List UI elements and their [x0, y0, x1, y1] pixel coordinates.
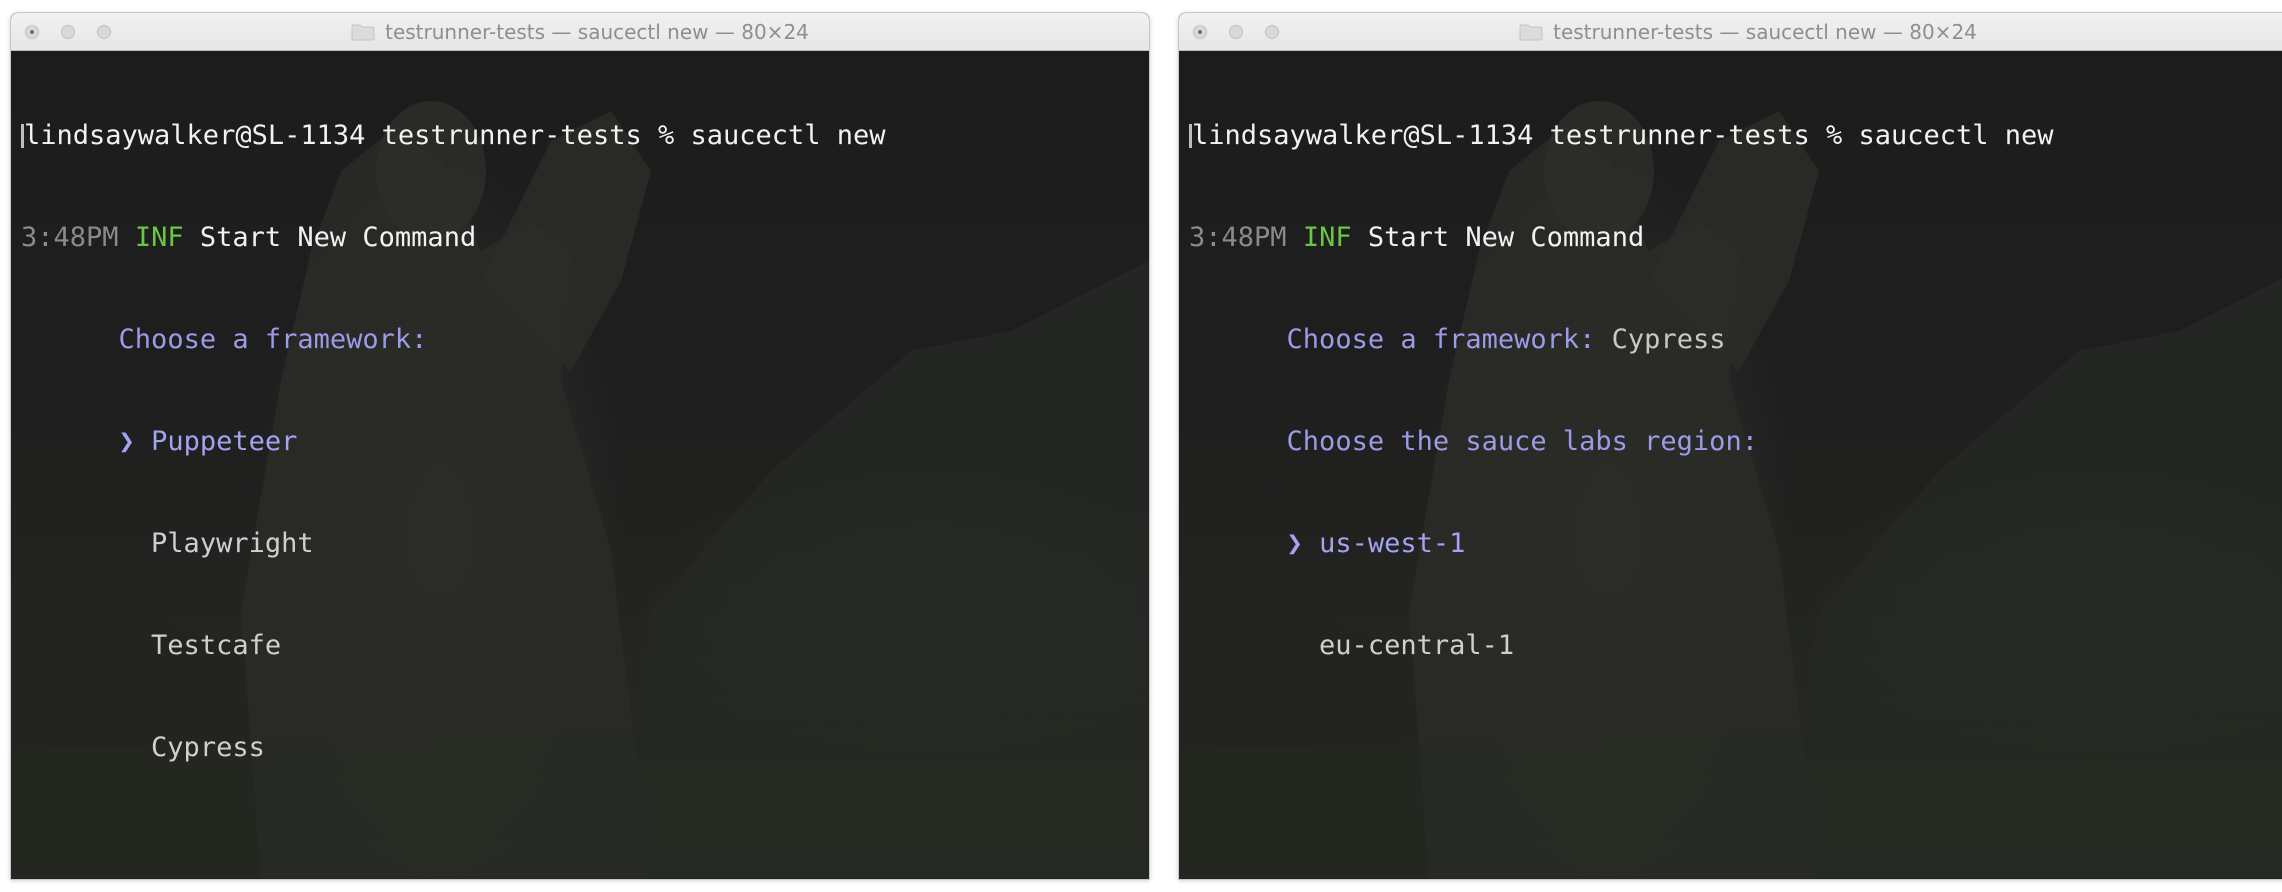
log-line: 3:48PM INF Start New Command: [21, 221, 1149, 255]
option-row[interactable]: Cypress: [21, 731, 1149, 765]
title-bar: testrunner-tests — saucectl new — 80×24: [1179, 13, 2282, 51]
answered-question-text: Choose a framework:: [1286, 324, 1596, 355]
terminal-window-left: testrunner-tests — saucectl new — 80×24 …: [10, 12, 1150, 880]
terminal-content[interactable]: lindsaywalker@SL-1134 testrunner-tests %…: [11, 51, 1149, 879]
option-eu-central-1[interactable]: eu-central-1: [1319, 630, 1514, 661]
terminal-output: lindsaywalker@SL-1134 testrunner-tests %…: [1189, 51, 2282, 731]
log-level: INF: [1302, 222, 1352, 253]
option-testcafe[interactable]: Testcafe: [151, 630, 281, 661]
log-timestamp: 3:48PM: [1189, 222, 1287, 253]
title-bar: testrunner-tests — saucectl new — 80×24: [11, 13, 1149, 51]
log-level: INF: [134, 222, 184, 253]
window-title-text: testrunner-tests — saucectl new — 80×24: [1553, 19, 1977, 44]
selection-chevron-icon: ❯: [118, 426, 135, 457]
option-row-selected[interactable]: ❯ Puppeteer: [21, 425, 1149, 459]
option-cypress[interactable]: Cypress: [151, 732, 265, 763]
answered-value: Cypress: [1611, 324, 1726, 355]
window-title: testrunner-tests — saucectl new — 80×24: [11, 13, 1149, 50]
option-puppeteer[interactable]: Puppeteer: [151, 426, 297, 457]
folder-icon: [1519, 24, 1543, 41]
answered-question: Choose a framework: Cypress: [1189, 323, 2282, 357]
prompt-question: Choose a framework:: [21, 323, 1149, 357]
option-row[interactable]: Testcafe: [21, 629, 1149, 663]
log-message: Start New Command: [1367, 222, 1645, 253]
option-playwright[interactable]: Playwright: [151, 528, 314, 559]
option-us-west-1[interactable]: us-west-1: [1319, 528, 1465, 559]
option-row[interactable]: eu-central-1: [1189, 629, 2282, 663]
window-title-text: testrunner-tests — saucectl new — 80×24: [385, 19, 809, 44]
terminal-output: lindsaywalker@SL-1134 testrunner-tests %…: [21, 51, 1149, 833]
log-message: Start New Command: [199, 222, 477, 253]
command-line: lindsaywalker@SL-1134 testrunner-tests %…: [1189, 119, 2282, 153]
command-line: lindsaywalker@SL-1134 testrunner-tests %…: [21, 119, 1149, 153]
question-text: Choose a framework:: [118, 324, 428, 355]
option-row[interactable]: Playwright: [21, 527, 1149, 561]
log-timestamp: 3:48PM: [21, 222, 119, 253]
terminal-window-right: testrunner-tests — saucectl new — 80×24 …: [1178, 12, 2282, 880]
selection-chevron-icon: ❯: [1286, 528, 1303, 559]
terminal-content[interactable]: lindsaywalker@SL-1134 testrunner-tests %…: [1179, 51, 2282, 879]
window-title: testrunner-tests — saucectl new — 80×24: [1179, 13, 2282, 50]
log-line: 3:48PM INF Start New Command: [1189, 221, 2282, 255]
prompt-question: Choose the sauce labs region:: [1189, 425, 2282, 459]
question-text: Choose the sauce labs region:: [1286, 426, 1758, 457]
folder-icon: [351, 24, 375, 41]
option-row-selected[interactable]: ❯ us-west-1: [1189, 527, 2282, 561]
